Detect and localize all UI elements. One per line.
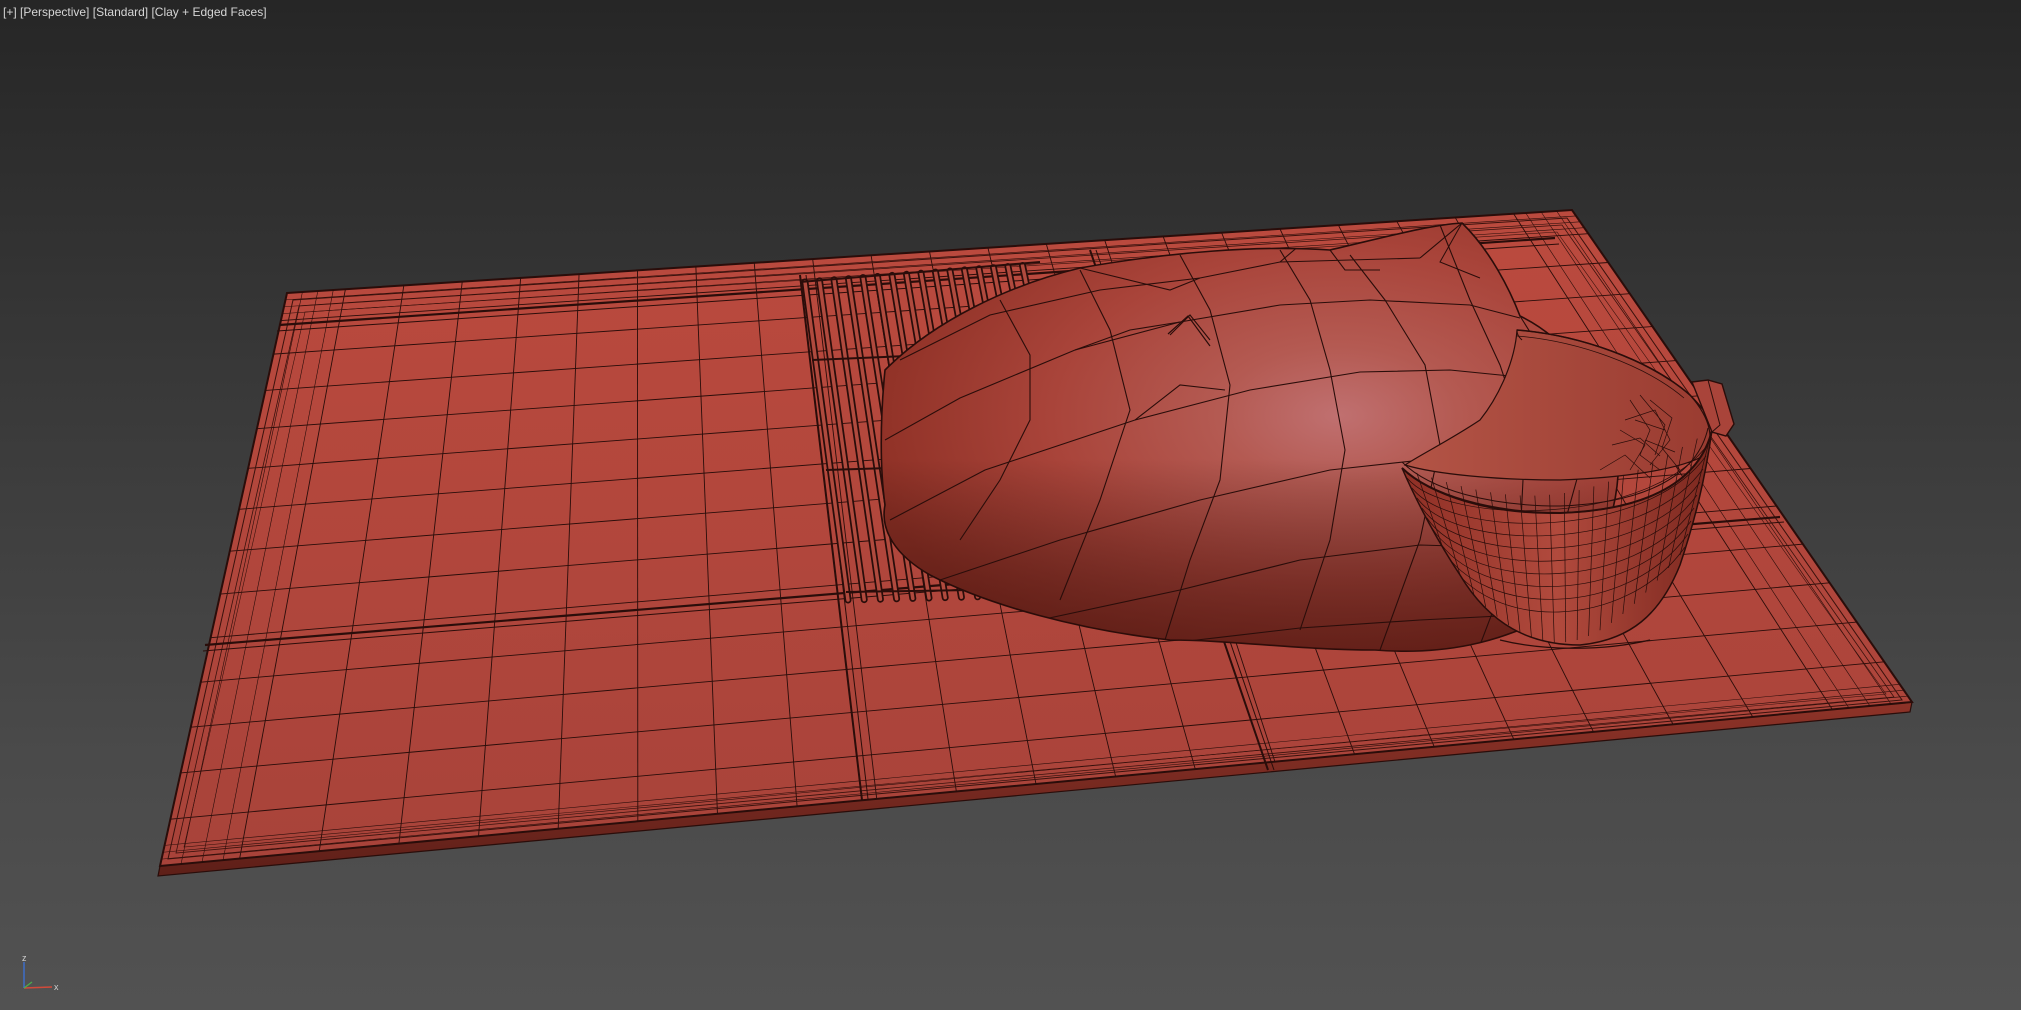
viewport-view-menu[interactable]: [Perspective] — [20, 4, 89, 20]
viewport-label-menu: [+] [Perspective] [Standard] [Clay + Edg… — [3, 4, 267, 20]
viewport-maximize-toggle[interactable]: [+] — [3, 4, 17, 20]
viewport-display-mode-menu[interactable]: [Clay + Edged Faces] — [151, 4, 266, 20]
perspective-viewport[interactable]: [+] [Perspective] [Standard] [Clay + Edg… — [0, 0, 2021, 1010]
scene-render[interactable] — [0, 0, 2021, 1010]
viewport-shading-preset-menu[interactable]: [Standard] — [93, 4, 148, 20]
axis-z-label: z — [22, 953, 27, 963]
axis-x-label: x — [54, 982, 59, 992]
axis-tripod: z x — [16, 954, 60, 994]
